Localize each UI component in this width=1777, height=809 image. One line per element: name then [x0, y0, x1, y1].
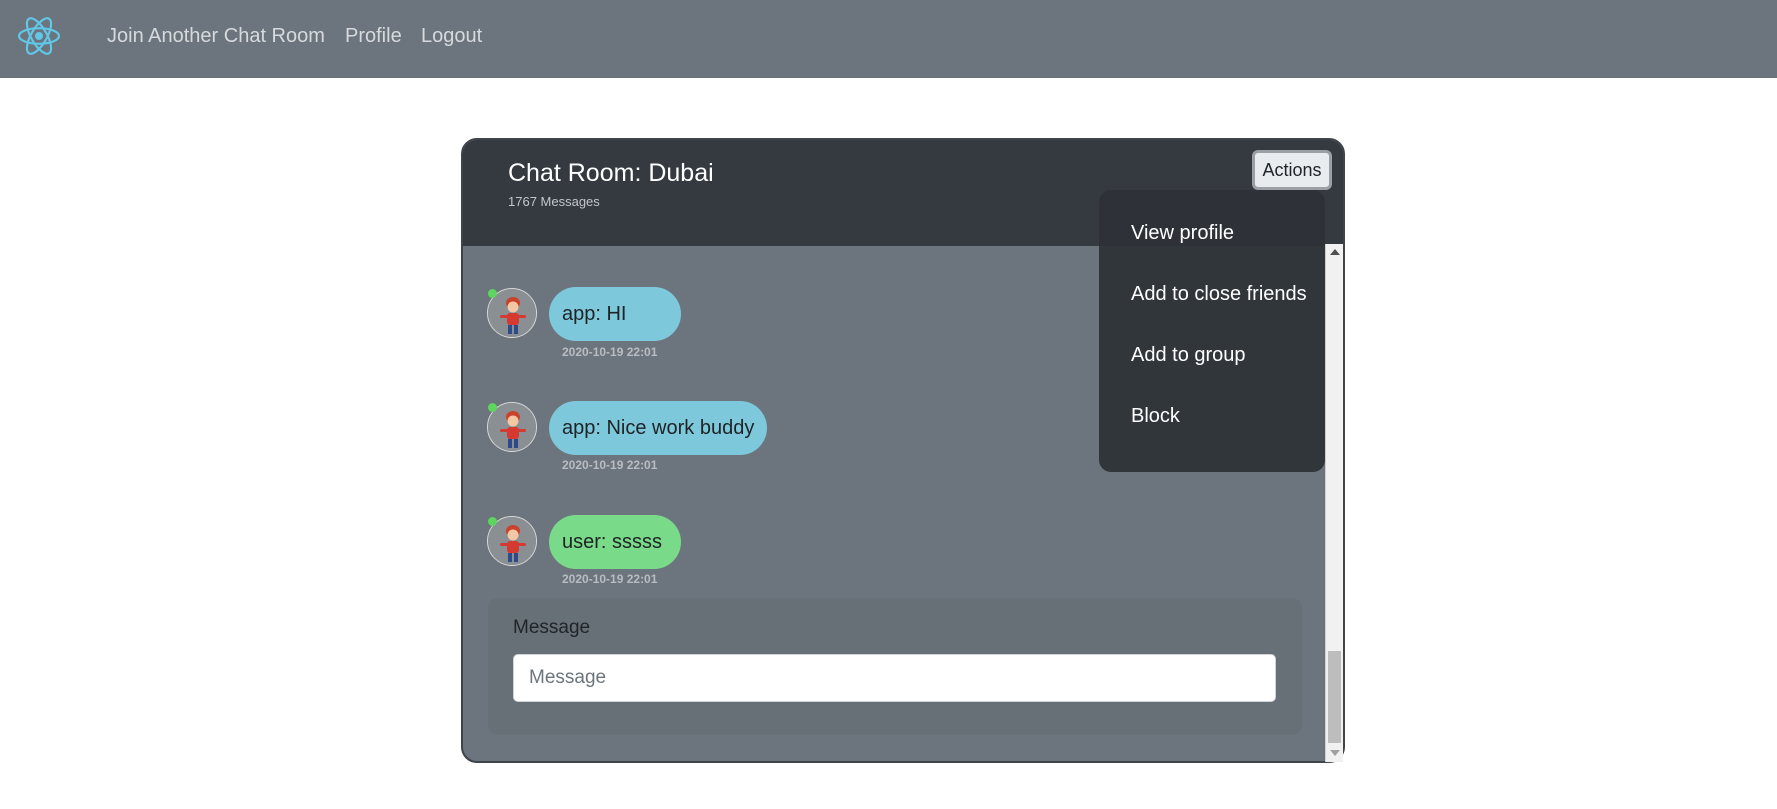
react-atom-icon[interactable]: [16, 13, 62, 59]
online-status-dot: [488, 517, 497, 526]
scroll-up-arrow-icon[interactable]: [1330, 249, 1340, 255]
scrollbar-thumb[interactable]: [1328, 651, 1341, 743]
messages-scrollbar[interactable]: [1325, 244, 1343, 762]
menu-item-add-close-friends[interactable]: Add to close friends: [1131, 283, 1307, 306]
menu-item-add-to-group[interactable]: Add to group: [1131, 344, 1246, 367]
actions-dropdown-menu: View profile Add to close friends Add to…: [1099, 190, 1325, 472]
message-input[interactable]: [513, 654, 1276, 702]
message-count: 1767 Messages: [508, 194, 600, 209]
menu-item-block[interactable]: Block: [1131, 405, 1180, 428]
scroll-down-arrow-icon[interactable]: [1330, 750, 1340, 756]
message-input-label: Message: [513, 617, 591, 638]
chat-room-title: Chat Room: Dubai: [508, 159, 714, 187]
nav-link-join-chat-room[interactable]: Join Another Chat Room: [107, 24, 325, 48]
message-timestamp: 2020-10-19 22:01: [562, 572, 658, 586]
message-bubble: app: HI: [549, 287, 681, 341]
message-timestamp: 2020-10-19 22:01: [562, 345, 658, 359]
top-navbar: Join Another Chat Room Profile Logout: [0, 0, 1777, 78]
online-status-dot: [488, 403, 497, 412]
message-timestamp: 2020-10-19 22:01: [562, 458, 658, 472]
menu-item-view-profile[interactable]: View profile: [1131, 222, 1234, 245]
online-status-dot: [488, 289, 497, 298]
message-bubble: app: Nice work buddy: [549, 401, 767, 455]
actions-button[interactable]: Actions: [1252, 150, 1332, 190]
message-bubble: user: sssss: [549, 515, 681, 569]
nav-link-logout[interactable]: Logout: [421, 24, 482, 48]
nav-link-profile[interactable]: Profile: [345, 24, 402, 48]
